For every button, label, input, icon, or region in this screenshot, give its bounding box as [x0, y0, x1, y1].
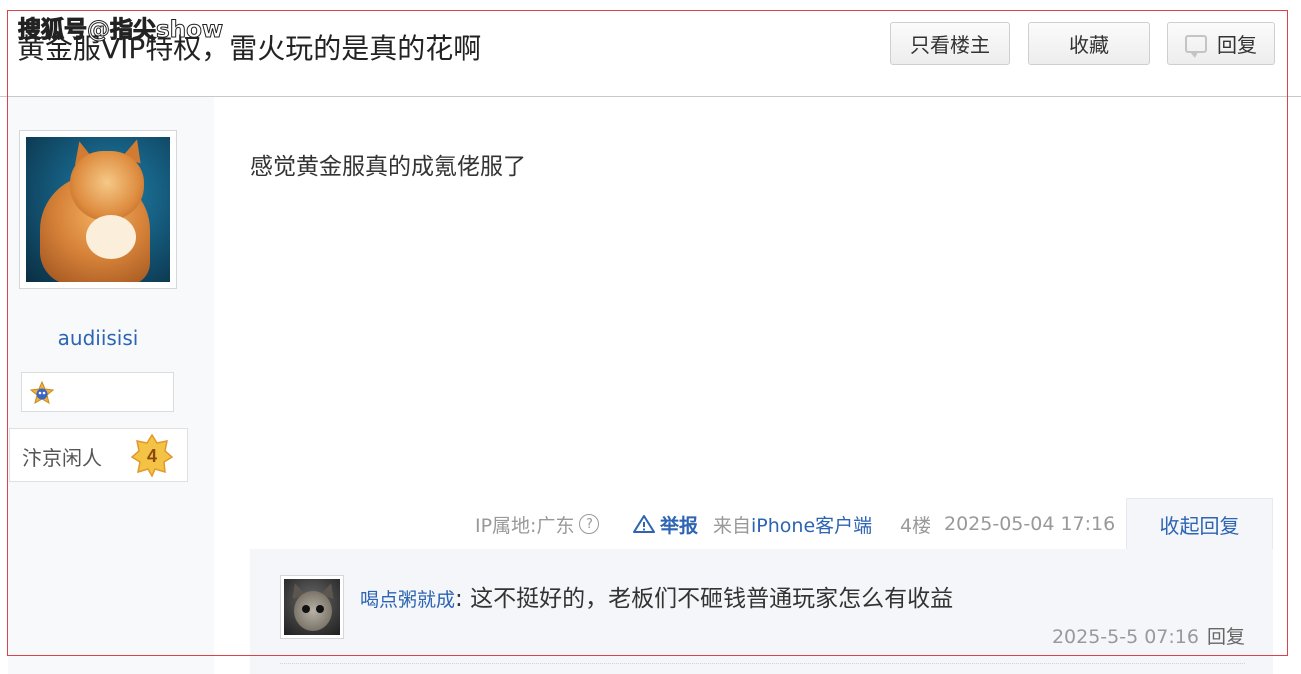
floor-number: 4楼 — [900, 514, 932, 537]
warning-icon — [633, 515, 655, 533]
help-icon[interactable]: ? — [579, 514, 600, 534]
watermark: 搜狐号@指尖show — [17, 17, 224, 44]
favorite-button[interactable]: 收藏 — [1028, 22, 1150, 65]
reply-item: 喝点粥就成: 这不挺好的，老板们不砸钱普通玩家怎么有收益 — [360, 579, 953, 613]
level-number: 4 — [147, 446, 157, 466]
reply-avatar[interactable] — [280, 575, 344, 639]
report-link[interactable]: 举报 — [633, 510, 698, 538]
reply-username-link[interactable]: 喝点粥就成 — [360, 589, 455, 611]
only-owner-button[interactable]: 只看楼主 — [890, 22, 1010, 65]
post-source: 来自 iPhone客户端 — [713, 510, 872, 538]
cat-avatar-image — [284, 579, 340, 635]
from-prefix: 来自 — [713, 514, 752, 537]
reply-panel: 喝点粥就成: 这不挺好的，老板们不砸钱普通玩家怎么有收益 2025-5-5 07… — [250, 549, 1273, 674]
post-time: 2025-05-04 17:16 — [944, 513, 1116, 535]
reply-divider — [280, 663, 1245, 664]
collapse-replies-button[interactable]: 收起回复 — [1126, 498, 1273, 550]
reply-time: 2025-5-5 07:16 — [1051, 626, 1199, 648]
reply-to-comment-link[interactable]: 回复 — [1207, 626, 1245, 648]
level-star-icon: 4 — [130, 433, 174, 477]
ip-location: IP属地:广东 ? — [475, 510, 600, 538]
reply-button[interactable]: 回复 — [1167, 22, 1275, 65]
author-avatar[interactable] — [19, 130, 177, 289]
author-badge-box — [21, 372, 174, 412]
report-label: 举报 — [660, 514, 699, 537]
ip-label: IP属地:广东 — [475, 514, 575, 537]
cat-avatar-image — [26, 137, 170, 282]
star-badge-icon[interactable] — [30, 381, 54, 405]
reply-button-label: 回复 — [1217, 33, 1257, 57]
reply-separator: : — [455, 586, 471, 612]
reply-meta: 2025-5-5 07:16 回复 — [1052, 622, 1245, 649]
client-link[interactable]: iPhone客户端 — [751, 511, 872, 538]
level-title: 汴京闲人 — [22, 446, 102, 470]
author-name-link[interactable]: audiisisi — [20, 326, 176, 350]
user-level-box[interactable]: 汴京闲人 4 — [9, 428, 188, 482]
comment-bubble-icon — [1185, 34, 1207, 58]
post-content: 感觉黄金服真的成氪佬服了 — [250, 154, 526, 180]
reply-text: 这不挺好的，老板们不砸钱普通玩家怎么有收益 — [470, 586, 954, 612]
